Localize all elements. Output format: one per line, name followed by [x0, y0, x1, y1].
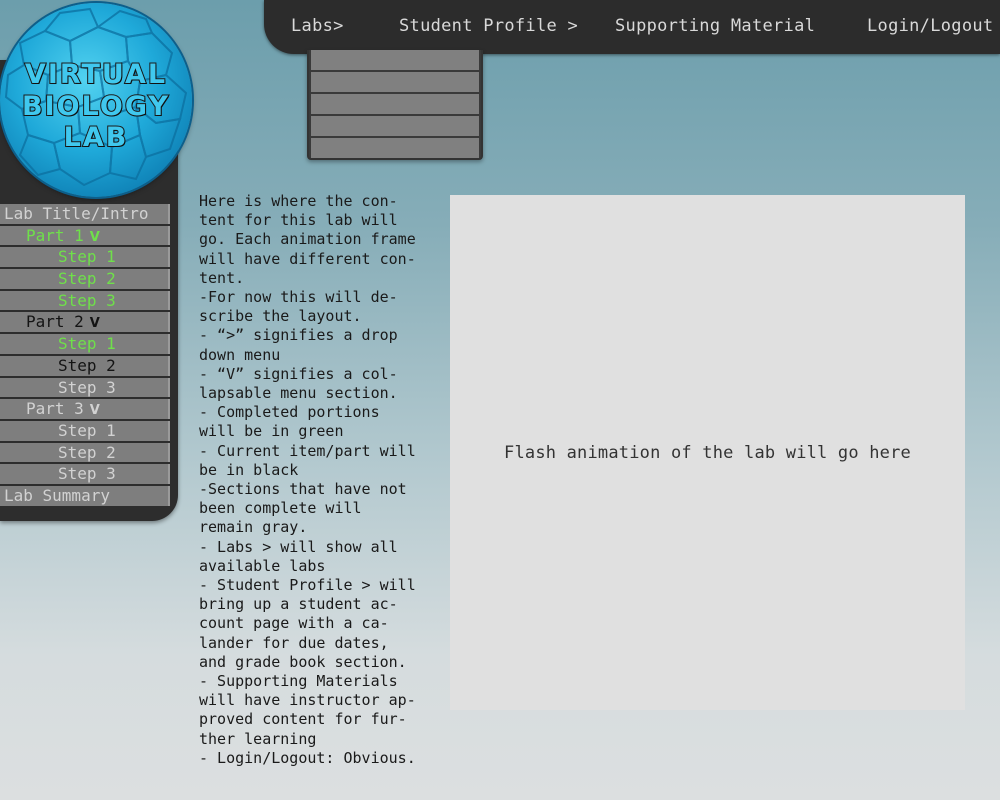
flash-animation-area[interactable]: Flash animation of the lab will go here	[450, 195, 965, 710]
menu-item-step[interactable]: Step 1	[0, 334, 170, 354]
menu-item-part[interactable]: Part 3 V	[0, 399, 170, 419]
menu-item-title[interactable]: Lab Summary	[0, 485, 170, 506]
menu-item-step[interactable]: Step 2	[0, 355, 170, 376]
dropdown-menu-item[interactable]	[311, 138, 479, 158]
description-line: down menu	[199, 345, 281, 364]
menu-item-step[interactable]: Step 2	[0, 269, 170, 289]
dropdown-menu-item[interactable]	[311, 50, 479, 70]
description-line: bring up a student ac-	[199, 595, 398, 614]
menu-item-step[interactable]: Step 1	[0, 420, 170, 441]
menu-item-step[interactable]: Step 3	[0, 464, 170, 484]
description-line: lander for due dates,	[199, 633, 389, 652]
menu-item-label: Lab Summary	[4, 485, 110, 505]
menu-item-label: Step 3	[58, 377, 116, 397]
menu-item-label: Part 3	[26, 399, 84, 419]
description-line: available labs	[199, 556, 326, 575]
menu-item-label: Step 1	[58, 334, 116, 354]
menu-item-step[interactable]: Step 2	[0, 442, 170, 463]
description-line: - Current item/part will	[199, 441, 416, 460]
menu-item-label: Part 1	[26, 225, 84, 245]
description-line: - Login/Logout: Obvious.	[199, 748, 416, 767]
menu-item-label: Step 3	[58, 290, 116, 310]
virtual-biology-lab-logo: VIRTUAL BIOLOGY LAB	[0, 3, 192, 197]
description-line: lapsable menu section.	[199, 384, 398, 403]
description-line: remain gray.	[199, 518, 308, 537]
description-line: will have different con-	[199, 249, 416, 268]
description-line: -Sections that have not	[199, 480, 407, 499]
menu-item-label: Step 1	[58, 420, 116, 440]
description-line: ther learning	[199, 729, 317, 748]
description-line: tent for this lab will	[199, 211, 398, 230]
menu-item-label: Step 2	[58, 355, 116, 375]
description-line: count page with a ca-	[199, 614, 389, 633]
menu-item-label: Step 3	[58, 464, 116, 484]
description-line: tent.	[199, 268, 245, 287]
menu-item-step[interactable]: Step 3	[0, 377, 170, 398]
description-line: - “V” signifies a col-	[199, 364, 398, 383]
menu-item-part[interactable]: Part 1 V	[0, 225, 170, 246]
description-line: scribe the layout.	[199, 307, 362, 326]
description-line: go. Each animation frame	[199, 230, 416, 249]
nav-labs-menu[interactable]: Labs>	[291, 16, 344, 36]
description-line: - Supporting Materials	[199, 672, 398, 691]
flash-placeholder-text: Flash animation of the lab will go here	[504, 442, 911, 463]
collapse-chevron-icon[interactable]: V	[90, 403, 100, 418]
description-line: - Labs > will show all	[199, 537, 398, 556]
description-line: - Completed portions	[199, 403, 380, 422]
description-line: been complete will	[199, 499, 362, 518]
description-line: -For now this will de-	[199, 288, 398, 307]
nav-supporting-material-link[interactable]: Supporting Material	[615, 16, 815, 36]
collapse-chevron-icon[interactable]: V	[90, 316, 100, 331]
dropdown-menu	[307, 50, 483, 160]
logo-text-line: VIRTUAL	[24, 58, 168, 91]
dropdown-menu-item[interactable]	[311, 116, 479, 136]
menu-item-label: Step 2	[58, 269, 116, 289]
nav-login-logout-link[interactable]: Login/Logout	[867, 16, 993, 36]
menu-item-label: Step 1	[58, 247, 116, 267]
description-line: and grade book section.	[199, 652, 407, 671]
menu-item-part[interactable]: Part 2 V	[0, 312, 170, 333]
menu-item-step[interactable]: Step 3	[0, 290, 170, 311]
description-line: proved content for fur-	[199, 710, 407, 729]
description-line: will have instructor ap-	[199, 691, 416, 710]
menu-item-label: Step 2	[58, 442, 116, 462]
description-line: be in black	[199, 460, 299, 479]
description-line: - “>” signifies a drop	[199, 326, 398, 345]
dropdown-menu-item[interactable]	[311, 72, 479, 92]
nav-student-profile-menu[interactable]: Student Profile >	[399, 16, 578, 36]
menu-item-title[interactable]: Lab Title/Intro	[0, 204, 170, 224]
menu-item-label: Lab Title/Intro	[4, 204, 149, 223]
layout-description: Here is where the con-tent for this lab …	[199, 192, 435, 768]
logo-text-line: BIOLOGY	[21, 90, 170, 123]
menu-item-step[interactable]: Step 1	[0, 247, 170, 268]
menu-item-label: Part 2	[26, 312, 84, 332]
description-line: Here is where the con-	[199, 192, 398, 210]
logo-text-line: LAB	[63, 121, 129, 154]
description-line: - Student Profile > will	[199, 576, 416, 595]
lab-section-menu: Lab Title/Intro Part 1 V Step 1 Step 2 Step 3…	[0, 204, 170, 508]
dropdown-menu-item[interactable]	[311, 94, 479, 114]
top-nav-bar: Labs> Student Profile > Supporting Mater…	[264, 0, 1000, 54]
description-line: will be in green	[199, 422, 344, 441]
collapse-chevron-icon[interactable]: V	[90, 230, 100, 245]
